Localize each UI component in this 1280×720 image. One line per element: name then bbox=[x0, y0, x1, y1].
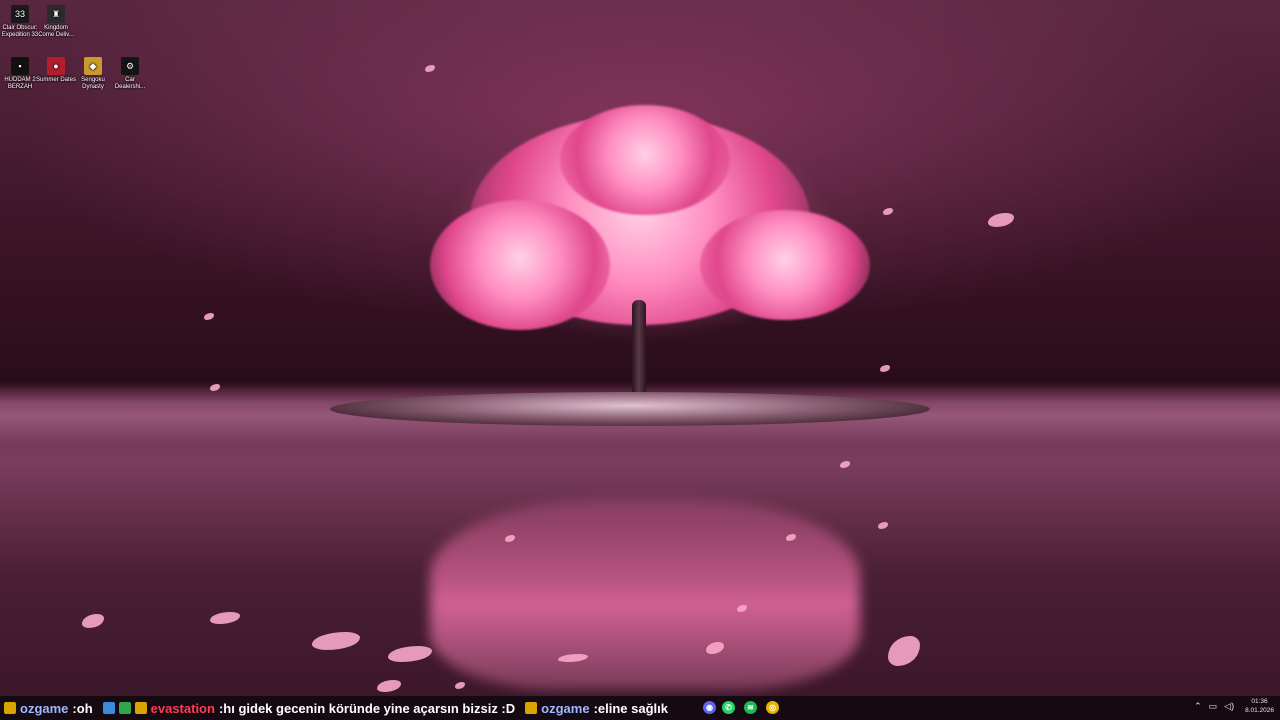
verified-badge-icon bbox=[102, 702, 115, 714]
clock[interactable]: 01:36 8.01.2026 bbox=[1245, 697, 1274, 715]
petal bbox=[312, 632, 360, 650]
tree-canopy-left bbox=[430, 200, 610, 330]
petal bbox=[204, 313, 214, 320]
chevron-up-icon[interactable]: ⌃ bbox=[1194, 701, 1202, 712]
chat-username: ozgame bbox=[20, 700, 69, 716]
system-tray: ⌃ ▭ ◁) 01:36 8.01.2026 bbox=[1194, 697, 1274, 715]
petal bbox=[840, 461, 850, 468]
desktop-icon-sengoku-dynasty[interactable]: ◆ Sengoku Dynasty bbox=[73, 57, 113, 91]
chat-username: ozgame bbox=[541, 700, 590, 716]
rock-island bbox=[330, 392, 930, 426]
volume-icon[interactable]: ◁) bbox=[1224, 701, 1234, 712]
tree-canopy-top bbox=[560, 105, 730, 215]
petal bbox=[988, 213, 1014, 227]
desktop-icon-kingdom-come[interactable]: ♜ Kingdom Come Deliv... bbox=[36, 5, 76, 39]
desktop-icon-label: Car Dealershi... bbox=[114, 77, 146, 90]
tree-canopy-right bbox=[700, 210, 870, 320]
petal bbox=[388, 646, 432, 662]
petal bbox=[82, 614, 104, 628]
whatsapp-icon[interactable]: ✆ bbox=[722, 701, 735, 714]
petal bbox=[455, 682, 465, 689]
discord-icon[interactable]: ◉ bbox=[703, 701, 716, 714]
desktop-icon-label: Summer Dates bbox=[36, 77, 77, 83]
crown-badge-icon bbox=[4, 702, 16, 714]
chrome-icon[interactable]: ◎ bbox=[766, 701, 779, 714]
car-dealership-icon: ⚙ bbox=[121, 57, 139, 75]
petal bbox=[888, 636, 920, 666]
petal bbox=[377, 680, 401, 692]
chat-overlay: ozgame : oh evastation : hı gidek geceni… bbox=[0, 701, 678, 716]
huddam-icon: ▪ bbox=[11, 57, 29, 75]
petal bbox=[425, 65, 435, 72]
desktop-icon-label: Kingdom Come Deliv... bbox=[38, 25, 74, 38]
clock-time: 01:36 bbox=[1251, 698, 1268, 705]
summer-dates-icon: ● bbox=[47, 57, 65, 75]
chat-message: eline sağlık bbox=[597, 700, 668, 716]
clair-obscur-icon: 33 bbox=[11, 5, 29, 23]
chat-message: oh bbox=[76, 700, 93, 716]
desktop-icon-car-dealership[interactable]: ⚙ Car Dealershi... bbox=[110, 57, 150, 91]
sengoku-dynasty-icon: ◆ bbox=[84, 57, 102, 75]
chat-message: hı gidek gecenin köründe yine açarsın bi… bbox=[223, 700, 516, 716]
petal bbox=[878, 522, 888, 529]
desktop-wallpaper: 33 Clair Obscur: Expedition 33 ♜ Kingdom… bbox=[0, 0, 1280, 720]
network-icon[interactable]: ▭ bbox=[1209, 701, 1218, 712]
desktop-icon-label: Sengoku Dynasty bbox=[81, 77, 105, 90]
desktop-icon-huddam[interactable]: ▪ HUDDAM 2 BERZAH bbox=[0, 57, 40, 91]
taskbar: ozgame : oh evastation : hı gidek geceni… bbox=[0, 696, 1280, 720]
desktop-icon-summer-dates[interactable]: ● Summer Dates bbox=[36, 57, 76, 84]
tree-reflection bbox=[430, 500, 860, 690]
clock-date: 8.01.2026 bbox=[1245, 707, 1274, 714]
chat-username: evastation bbox=[150, 700, 215, 716]
crown-badge-icon bbox=[525, 702, 538, 714]
crown-badge-icon bbox=[134, 702, 147, 714]
petal bbox=[880, 365, 890, 372]
desktop-icon-clair-obscur[interactable]: 33 Clair Obscur: Expedition 33 bbox=[0, 5, 40, 39]
petal bbox=[210, 612, 240, 624]
desktop-icon-label: HUDDAM 2 BERZAH bbox=[4, 77, 36, 90]
kingdom-come-icon: ♜ bbox=[47, 5, 65, 23]
sword-badge-icon bbox=[118, 702, 131, 714]
spotify-icon[interactable]: ≋ bbox=[744, 701, 757, 714]
petal bbox=[883, 208, 893, 215]
desktop-icon-label: Clair Obscur: Expedition 33 bbox=[1, 25, 39, 38]
